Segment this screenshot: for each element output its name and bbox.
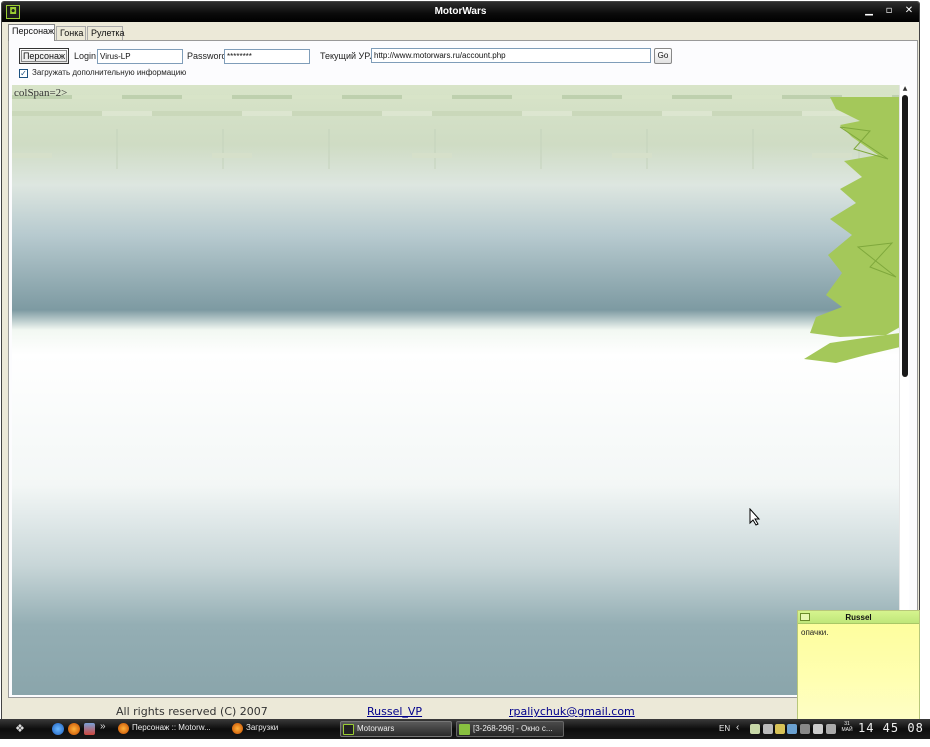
taskbar-item-label: Motorwars (357, 724, 395, 733)
tray-icon[interactable] (775, 724, 785, 734)
taskbar-item-label: [3-268-296] - Окно с... (473, 724, 553, 733)
notification-sender: Russel (845, 613, 872, 622)
title-bar[interactable]: ◘ MotorWars ▁ ▫ ✕ (2, 2, 919, 22)
header-pattern (12, 129, 909, 169)
character-button[interactable]: Персонаж (19, 48, 69, 64)
tab-character[interactable]: Персонаж (8, 24, 55, 41)
taskbar-item-active[interactable]: Motorwars (340, 721, 452, 737)
scroll-thumb[interactable] (902, 95, 908, 377)
chat-icon (459, 724, 470, 735)
language-indicator[interactable]: EN (719, 724, 730, 733)
page-source-fragment: colSpan=2> (14, 87, 68, 99)
maximize-button[interactable]: ▫ (882, 6, 896, 18)
taskbar-item[interactable]: [3-268-296] - Окно с... (456, 721, 564, 737)
taskbar-item-label: Персонаж :: Motorw... (132, 723, 211, 732)
scroll-up-icon[interactable]: ▲ (901, 85, 909, 93)
minimize-button[interactable]: ▁ (862, 6, 876, 18)
taskbar-item-label: Загрузки (246, 723, 279, 732)
motorwars-icon (343, 724, 354, 735)
url-field[interactable]: http://www.motorwars.ru/account.php (371, 48, 651, 63)
header-pattern (12, 153, 909, 158)
tab-race[interactable]: Гонка (56, 26, 86, 40)
login-label: Login (74, 51, 97, 61)
go-button[interactable]: Go (654, 48, 672, 64)
date-month: МАЙ (841, 727, 853, 733)
taskbar: ❖ » Персонаж :: Motorw... Загрузки Motor… (0, 719, 930, 739)
notification-popup[interactable]: Russel опачки. (797, 610, 920, 722)
taskbar-item[interactable]: Загрузки (230, 721, 330, 737)
vertical-scrollbar[interactable]: ▲ (899, 85, 909, 695)
quick-launch-more[interactable]: » (100, 721, 106, 732)
browser-view[interactable]: colSpan=2> ▲ (12, 85, 909, 695)
tray-icon[interactable] (750, 724, 760, 734)
firefox-icon (118, 723, 129, 734)
mouse-cursor-icon (749, 508, 761, 526)
author-link[interactable]: Russel_VP (367, 705, 422, 718)
notification-message: опачки. (801, 628, 829, 637)
tray-icon[interactable] (763, 724, 773, 734)
window-title: MotorWars (434, 6, 487, 17)
password-field[interactable]: ******** (224, 49, 310, 64)
email-link[interactable]: rpaliychuk@gmail.com (509, 705, 635, 718)
tray-icon[interactable] (800, 724, 810, 734)
green-leaf-decoration (804, 97, 900, 363)
header-pattern (12, 111, 909, 116)
copyright-text: All rights reserved (C) 2007 (116, 705, 268, 718)
date-display: 31 МАЙ (840, 721, 854, 733)
tab-panel: Персонаж Login Virus-LP Password *******… (8, 40, 918, 698)
tray-expand-icon[interactable]: ‹ (736, 722, 739, 733)
firefox-icon[interactable] (68, 723, 80, 735)
header-pattern (12, 95, 909, 99)
motorwars-window: ◘ MotorWars ▁ ▫ ✕ Персонаж Гонка Рулетка… (1, 1, 920, 739)
tray-icon[interactable] (826, 724, 836, 734)
internet-explorer-icon[interactable] (52, 723, 64, 735)
load-extra-checkbox[interactable]: ✓ (19, 69, 28, 78)
clock[interactable]: 14 45 08 (858, 721, 924, 735)
tab-roulette[interactable]: Рулетка (87, 26, 125, 40)
login-field[interactable]: Virus-LP (97, 49, 183, 64)
firefox-icon (232, 723, 243, 734)
taskbar-item[interactable]: Персонаж :: Motorw... (116, 721, 224, 737)
url-label: Текущий УРЛ (320, 51, 376, 61)
volume-icon[interactable] (813, 724, 823, 734)
load-extra-label: Загружать дополнительную информацию (32, 68, 187, 77)
close-button[interactable]: ✕ (902, 6, 916, 18)
quick-launch-app-icon[interactable] (84, 723, 95, 735)
password-label: Password (187, 51, 227, 61)
start-button[interactable]: ❖ (15, 723, 33, 735)
mail-icon (800, 613, 810, 621)
network-icon[interactable] (787, 724, 797, 734)
notification-header: Russel (798, 611, 919, 624)
